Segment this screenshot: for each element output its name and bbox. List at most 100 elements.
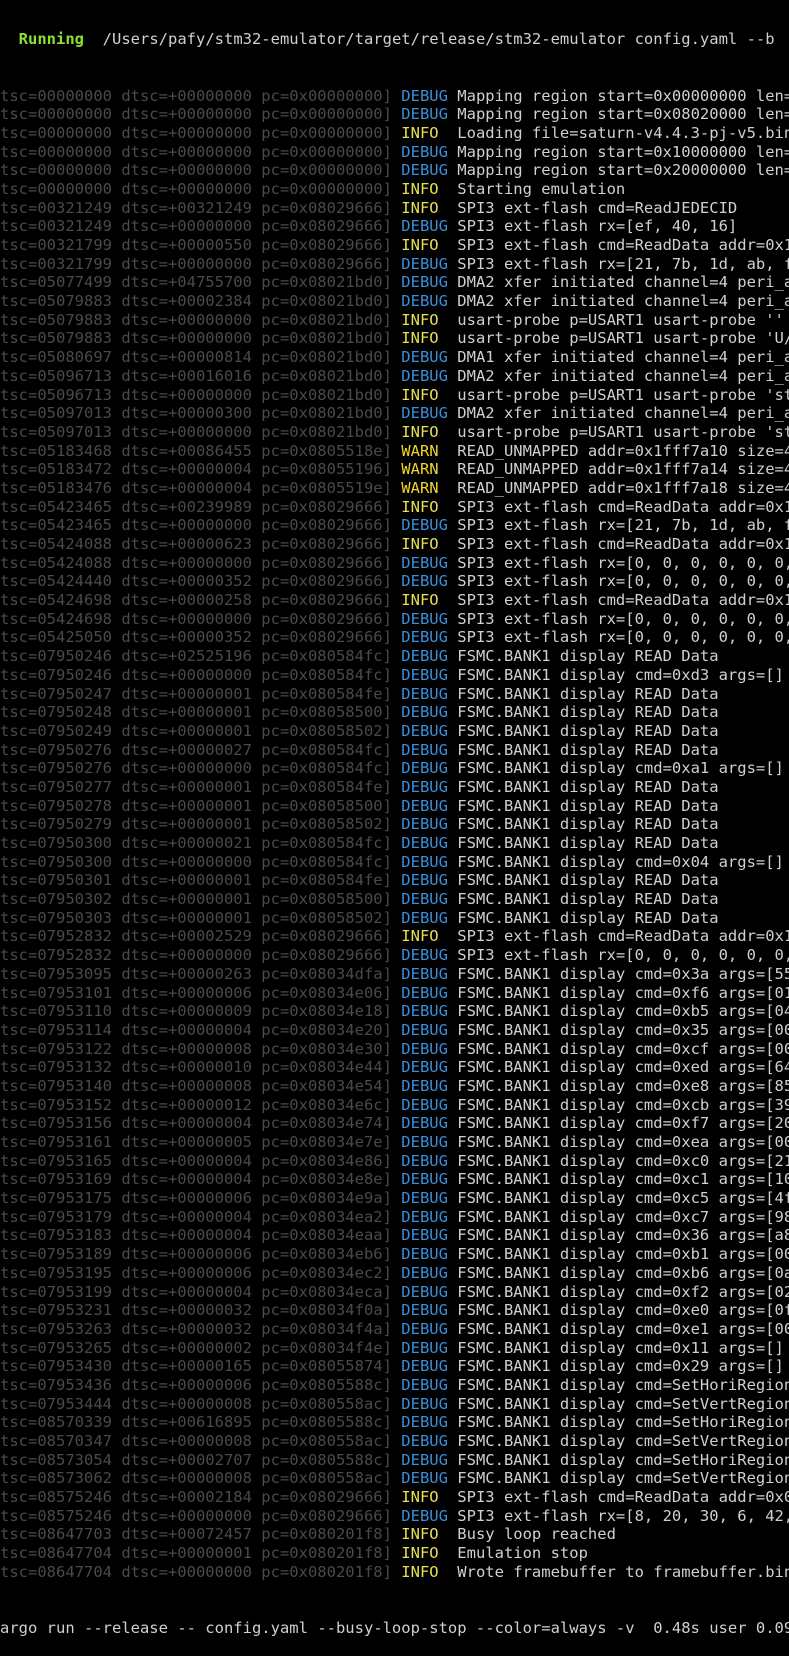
log-line: tsc=07953199 dtsc=+00000004 pc=0x08034ec… — [0, 1283, 789, 1302]
log-level: DEBUG — [401, 1338, 448, 1357]
log-message: FSMC.BANK1 display cmd=0xe0 args=[0f — [457, 1301, 789, 1320]
log-level: INFO — [401, 329, 439, 348]
log-prefix: tsc=00321249 dtsc=+00321249 pc=0x0802966… — [0, 198, 392, 217]
log-line: tsc=05423465 dtsc=+00239989 pc=0x0802966… — [0, 498, 789, 517]
log-level: DEBUG — [401, 1375, 448, 1394]
log-line: tsc=07953183 dtsc=+00000004 pc=0x08034ea… — [0, 1226, 789, 1245]
log-level: INFO — [401, 1544, 439, 1563]
log-message: DMA2 xfer initiated channel=4 peri_a — [457, 273, 789, 292]
log-prefix: tsc=07953095 dtsc=+00000263 pc=0x08034df… — [0, 964, 392, 983]
log-prefix: tsc=07953265 dtsc=+00000002 pc=0x08034f4… — [0, 1338, 392, 1357]
log-line: tsc=07953156 dtsc=+00000004 pc=0x08034e7… — [0, 1114, 789, 1133]
log-message: FSMC.BANK1 display READ Data — [457, 647, 719, 666]
log-prefix: tsc=08570339 dtsc=+00616895 pc=0x0805588… — [0, 1413, 392, 1432]
log-level: INFO — [401, 236, 439, 254]
log-level: INFO — [401, 591, 439, 610]
log-line: tsc=00321799 dtsc=+00000000 pc=0x0802966… — [0, 255, 789, 274]
log-level: DEBUG — [401, 1020, 448, 1039]
log-level: DEBUG — [401, 516, 448, 535]
log-message: Mapping region start=0x08020000 len= — [457, 105, 789, 124]
log-prefix: tsc=08575246 dtsc=+00000000 pc=0x0802966… — [0, 1506, 392, 1525]
log-prefix: tsc=05077499 dtsc=+04755700 pc=0x08021bd… — [0, 273, 392, 292]
log-message: FSMC.BANK1 display cmd=0xd3 args=[] — [457, 665, 784, 684]
log-prefix: tsc=08570347 dtsc=+00000008 pc=0x080558a… — [0, 1432, 392, 1450]
log-message: SPI3 ext-flash rx=[0, 0, 0, 0, 0, 0, — [457, 572, 789, 591]
log-message: usart-probe p=USART1 usart-probe 'U/ — [457, 329, 789, 348]
terminal-output[interactable]: Running /Users/pafy/stm32-emulator/targe… — [0, 0, 789, 1656]
log-level: DEBUG — [401, 1413, 448, 1432]
log-line: tsc=07950277 dtsc=+00000001 pc=0x080584f… — [0, 778, 789, 797]
log-level: DEBUG — [401, 1319, 448, 1338]
log-prefix: tsc=00000000 dtsc=+00000000 pc=0x0000000… — [0, 179, 392, 198]
log-level: DEBUG — [401, 273, 448, 292]
log-line: tsc=08573054 dtsc=+00002707 pc=0x0805588… — [0, 1451, 789, 1470]
log-message: FSMC.BANK1 display cmd=0xa1 args=[] — [457, 759, 784, 778]
log-level: INFO — [401, 422, 439, 441]
command-text: /Users/pafy/stm32-emulator/target/releas… — [102, 30, 775, 49]
log-level: DEBUG — [401, 572, 448, 591]
log-message: FSMC.BANK1 display cmd=SetHoriRegion — [457, 1375, 789, 1394]
log-message: usart-probe p=USART1 usart-probe 'st — [457, 385, 789, 404]
log-line: tsc=07950248 dtsc=+00000001 pc=0x0805850… — [0, 703, 789, 722]
log-message: FSMC.BANK1 display cmd=0x35 args=[00 — [457, 1020, 789, 1039]
log-message: FSMC.BANK1 display READ Data — [457, 703, 719, 722]
log-line: tsc=08575246 dtsc=+00002184 pc=0x0802966… — [0, 1488, 789, 1507]
log-level: DEBUG — [401, 647, 448, 666]
log-line: tsc=05097013 dtsc=+00000000 pc=0x08021bd… — [0, 423, 789, 442]
log-line: tsc=07950246 dtsc=+00000000 pc=0x080584f… — [0, 666, 789, 685]
log-level: DEBUG — [401, 217, 448, 236]
log-level: DEBUG — [401, 292, 448, 311]
log-prefix: tsc=05097013 dtsc=+00000300 pc=0x08021bd… — [0, 404, 392, 423]
log-message: FSMC.BANK1 display cmd=0xf7 args=[20 — [457, 1114, 789, 1133]
log-level: DEBUG — [401, 759, 448, 778]
log-line: tsc=05183476 dtsc=+00000004 pc=0x0805519… — [0, 479, 789, 498]
log-level: INFO — [401, 385, 439, 404]
log-prefix: tsc=07953114 dtsc=+00000004 pc=0x08034e2… — [0, 1020, 392, 1039]
log-line: tsc=08647704 dtsc=+00000001 pc=0x080201f… — [0, 1544, 789, 1563]
log-message: FSMC.BANK1 display cmd=0xe1 args=[00 — [457, 1319, 789, 1338]
log-level: INFO — [401, 310, 439, 329]
log-line: tsc=00321249 dtsc=+00000000 pc=0x0802966… — [0, 217, 789, 236]
log-message: SPI3 ext-flash rx=[21, 7b, 1d, ab, f — [457, 254, 789, 273]
log-message: SPI3 ext-flash cmd=ReadData addr=0x1 — [457, 535, 789, 553]
log-message: Starting emulation — [457, 179, 626, 198]
log-level: DEBUG — [401, 1301, 448, 1320]
log-line: tsc=05080697 dtsc=+00000814 pc=0x08021bd… — [0, 348, 789, 367]
log-message: SPI3 ext-flash rx=[8, 20, 30, 6, 42, — [457, 1506, 789, 1525]
log-message: FSMC.BANK1 display cmd=0xea args=[00 — [457, 1133, 789, 1151]
log-message: FSMC.BANK1 display cmd=0x11 args=[] — [457, 1338, 784, 1357]
log-level: DEBUG — [401, 142, 448, 161]
log-message: FSMC.BANK1 display cmd=0xb6 args=[0a — [457, 1263, 789, 1282]
log-prefix: tsc=00321799 dtsc=+00000550 pc=0x0802966… — [0, 236, 392, 254]
log-line: tsc=07953114 dtsc=+00000004 pc=0x08034e2… — [0, 1021, 789, 1040]
log-line: tsc=05424440 dtsc=+00000352 pc=0x0802966… — [0, 572, 789, 591]
log-message: FSMC.BANK1 display READ Data — [457, 721, 719, 740]
log-level: DEBUG — [401, 1189, 448, 1208]
log-prefix: tsc=00000000 dtsc=+00000000 pc=0x0000000… — [0, 123, 392, 142]
log-level: DEBUG — [401, 105, 448, 124]
log-message: Busy loop reached — [457, 1525, 616, 1544]
log-message: SPI3 ext-flash rx=[0, 0, 0, 0, 0, 0, — [457, 553, 789, 572]
log-message: FSMC.BANK1 display cmd=0xe8 args=[85 — [457, 1076, 789, 1095]
log-prefix: tsc=07950276 dtsc=+00000027 pc=0x080584f… — [0, 740, 392, 759]
log-message: FSMC.BANK1 display READ Data — [457, 684, 719, 703]
log-prefix: tsc=05424088 dtsc=+00000623 pc=0x0802966… — [0, 535, 392, 553]
log-line: tsc=05423465 dtsc=+00000000 pc=0x0802966… — [0, 516, 789, 535]
log-prefix: tsc=07953122 dtsc=+00000008 pc=0x08034e3… — [0, 1039, 392, 1058]
log-line: tsc=05425050 dtsc=+00000352 pc=0x0802966… — [0, 628, 789, 647]
log-prefix: tsc=05183468 dtsc=+00086455 pc=0x0805518… — [0, 441, 392, 460]
log-line: tsc=07953444 dtsc=+00000008 pc=0x080558a… — [0, 1395, 789, 1414]
log-line: tsc=05424088 dtsc=+00000623 pc=0x0802966… — [0, 535, 789, 554]
log-level: DEBUG — [401, 1207, 448, 1226]
log-level: WARN — [401, 441, 439, 460]
log-level: DEBUG — [401, 1095, 448, 1114]
log-level: DEBUG — [401, 740, 448, 759]
log-line: tsc=08573062 dtsc=+00000008 pc=0x080558a… — [0, 1469, 789, 1488]
log-prefix: tsc=05096713 dtsc=+00000000 pc=0x08021bd… — [0, 385, 392, 404]
log-message: SPI3 ext-flash rx=[ef, 40, 16] — [457, 217, 738, 236]
log-prefix: tsc=07953430 dtsc=+00000165 pc=0x0805587… — [0, 1357, 392, 1376]
log-level: DEBUG — [401, 871, 448, 890]
log-prefix: tsc=05424088 dtsc=+00000000 pc=0x0802966… — [0, 553, 392, 572]
log-message: usart-probe p=USART1 usart-probe '' — [457, 310, 784, 329]
log-level: DEBUG — [401, 86, 448, 105]
